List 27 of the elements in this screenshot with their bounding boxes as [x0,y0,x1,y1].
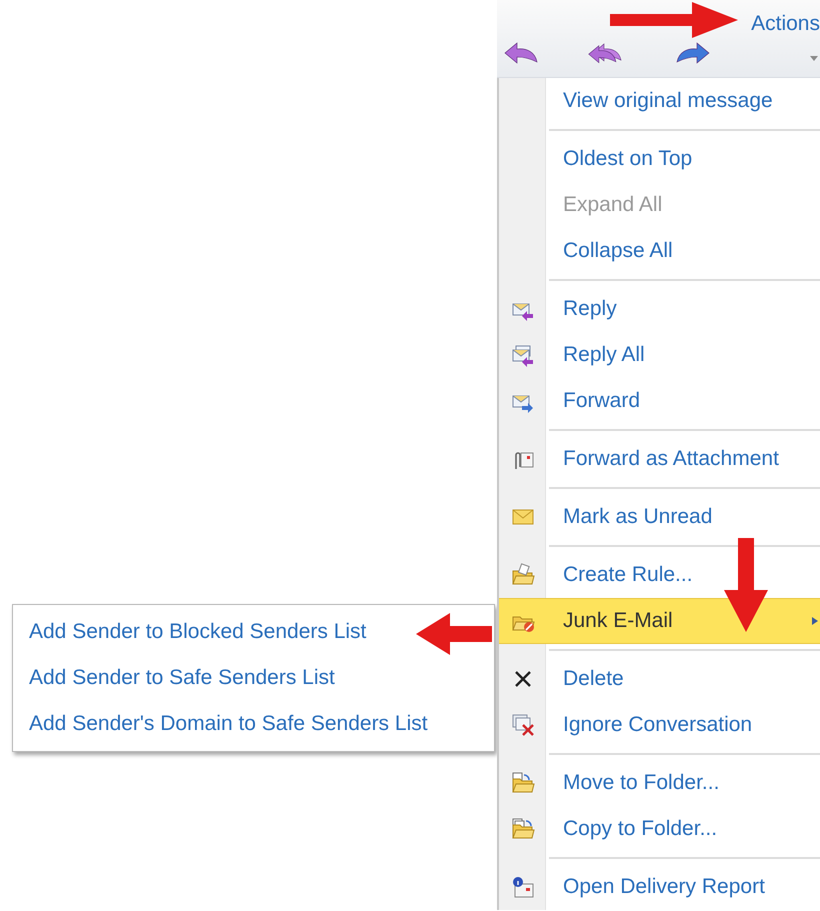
menu-item[interactable]: Junk E-Mail [499,598,820,644]
menu-item[interactable]: Reply [499,286,820,332]
envelope-reply-all-icon [511,343,535,367]
menu-item[interactable]: Collapse All [499,228,820,274]
copy-folder-icon [511,817,535,841]
menu-item[interactable]: Mark as Unread [499,494,820,540]
ignore-icon [511,713,535,737]
menu-item[interactable]: View original message [499,78,820,124]
submenu-item[interactable]: Add Sender to Blocked Senders List [13,609,494,655]
menu-item[interactable]: Oldest on Top [499,136,820,182]
move-folder-icon [511,771,535,795]
actions-label[interactable]: Actions [751,8,820,40]
submenu-item[interactable]: Add Sender to Safe Senders List [13,655,494,701]
submenu-item[interactable]: Add Sender's Domain to Safe Senders List [13,701,494,747]
menu-item[interactable]: Reply All [499,332,820,378]
menu-item[interactable]: Ignore Conversation [499,702,820,748]
dropdown-caret-icon[interactable] [810,56,818,62]
menu-item[interactable]: Move to Folder... [499,760,820,806]
menu-item[interactable]: Open Delivery Report [499,864,820,910]
delivery-report-icon [511,875,535,899]
menu-item[interactable]: Forward as Attachment [499,436,820,482]
menu-item[interactable]: Create Rule... [499,552,820,598]
folder-icon [511,563,535,587]
submenu-arrow-icon [812,617,818,625]
menu-item[interactable]: Forward [499,378,820,424]
menu-item[interactable]: Copy to Folder... [499,806,820,852]
menu-item[interactable]: Delete [499,656,820,702]
